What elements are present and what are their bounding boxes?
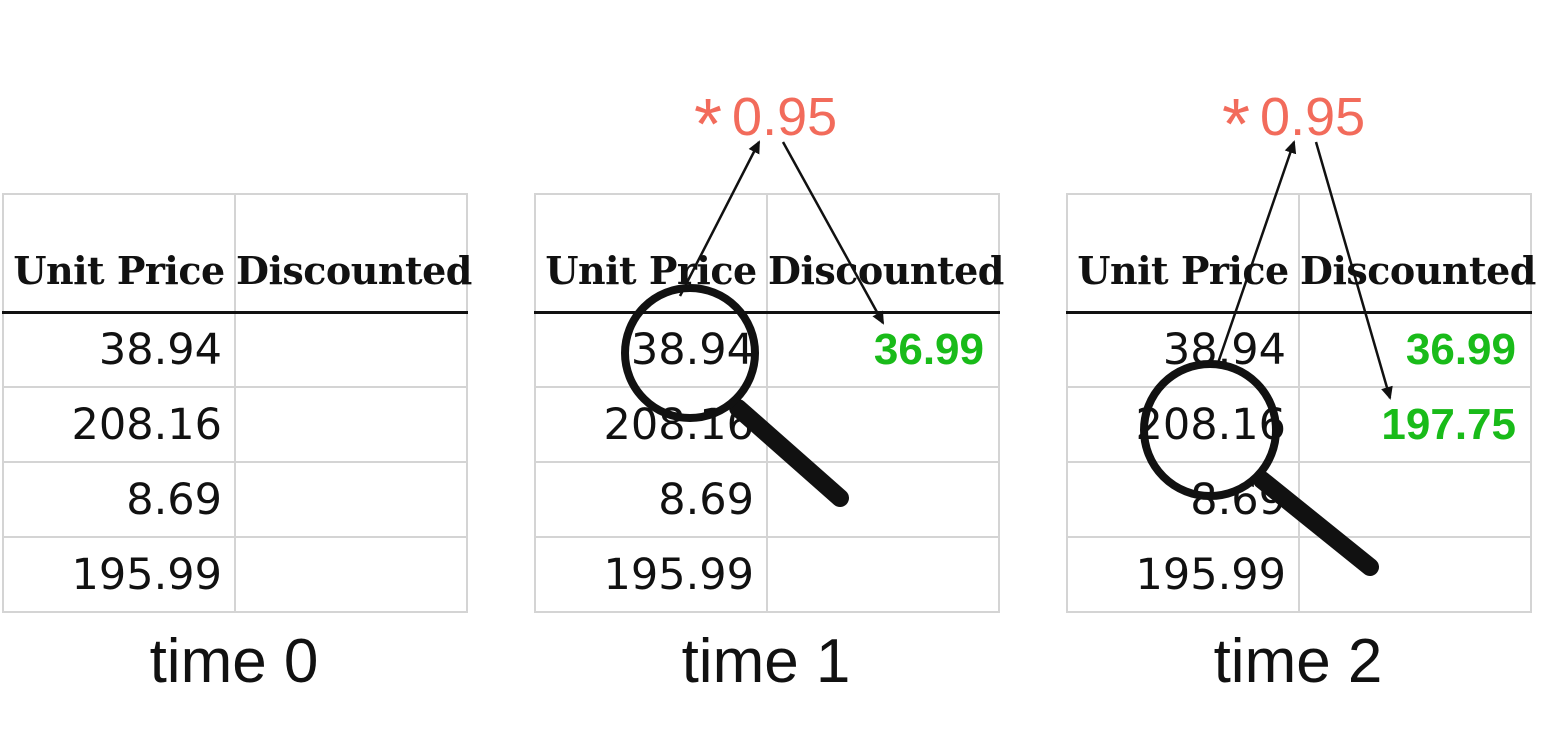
column-header-discounted: Discounted <box>1298 193 1536 314</box>
column-header-unit-price: Unit Price <box>1066 193 1300 314</box>
discounted-cell <box>1298 461 1532 538</box>
table-header-row: Unit Price Discounted <box>2 193 472 314</box>
table-row: 208.16 <box>2 386 468 463</box>
multiplier-label-time-1: * 0.95 <box>694 70 838 165</box>
table-row: 38.94 <box>2 311 468 388</box>
multiply-symbol: * <box>694 85 723 165</box>
discounted-cell <box>234 311 468 388</box>
unit-price-cell: 208.16 <box>1066 386 1300 463</box>
price-table: Unit Price Discounted 38.94 36.99 208.16… <box>1066 193 1536 613</box>
panel-time-0: Unit Price Discounted 38.94 208.16 8.69 … <box>2 0 472 749</box>
unit-price-cell: 8.69 <box>534 461 768 538</box>
multiply-symbol: * <box>1222 85 1251 165</box>
discounted-cell: 197.75 <box>1298 386 1532 463</box>
discounted-cell <box>234 536 468 613</box>
discounted-cell <box>234 386 468 463</box>
price-table: Unit Price Discounted 38.94 208.16 8.69 … <box>2 193 472 613</box>
unit-price-cell: 195.99 <box>534 536 768 613</box>
unit-price-cell: 195.99 <box>1066 536 1300 613</box>
discounted-cell: 36.99 <box>766 311 1000 388</box>
discounted-cell: 36.99 <box>1298 311 1532 388</box>
table-row: 38.94 36.99 <box>534 311 1000 388</box>
column-header-unit-price: Unit Price <box>2 193 236 314</box>
column-header-discounted: Discounted <box>766 193 1004 314</box>
panel-caption: time 1 <box>681 627 851 696</box>
multiplier-value: 0.95 <box>732 87 838 147</box>
table-row: 208.16 197.75 <box>1066 386 1532 463</box>
discounted-cell <box>766 386 1000 463</box>
table-row: 8.69 <box>2 461 468 538</box>
column-header-discounted: Discounted <box>234 193 472 314</box>
discounted-cell <box>234 461 468 538</box>
unit-price-cell: 38.94 <box>2 311 236 388</box>
unit-price-cell: 208.16 <box>534 386 768 463</box>
table-row: 195.99 <box>534 536 1000 613</box>
column-header-unit-price: Unit Price <box>534 193 768 314</box>
unit-price-cell: 8.69 <box>2 461 236 538</box>
discounted-cell <box>766 536 1000 613</box>
panel-caption: time 2 <box>1213 627 1383 696</box>
multiplier-label-time-2: * 0.95 <box>1222 70 1366 165</box>
unit-price-cell: 208.16 <box>2 386 236 463</box>
discounted-cell <box>1298 536 1532 613</box>
price-table: Unit Price Discounted 38.94 36.99 208.16… <box>534 193 1004 613</box>
table-header-row: Unit Price Discounted <box>1066 193 1536 314</box>
table-row: 38.94 36.99 <box>1066 311 1532 388</box>
table-row: 8.69 <box>534 461 1000 538</box>
unit-price-cell: 195.99 <box>2 536 236 613</box>
table-row: 208.16 <box>534 386 1000 463</box>
table-row: 8.69 <box>1066 461 1532 538</box>
unit-price-cell: 38.94 <box>534 311 768 388</box>
table-row: 195.99 <box>2 536 468 613</box>
discounted-cell <box>766 461 1000 538</box>
table-header-row: Unit Price Discounted <box>534 193 1004 314</box>
unit-price-cell: 38.94 <box>1066 311 1300 388</box>
multiplier-value: 0.95 <box>1260 87 1366 147</box>
panel-caption: time 0 <box>149 627 319 696</box>
unit-price-cell: 8.69 <box>1066 461 1300 538</box>
table-row: 195.99 <box>1066 536 1532 613</box>
